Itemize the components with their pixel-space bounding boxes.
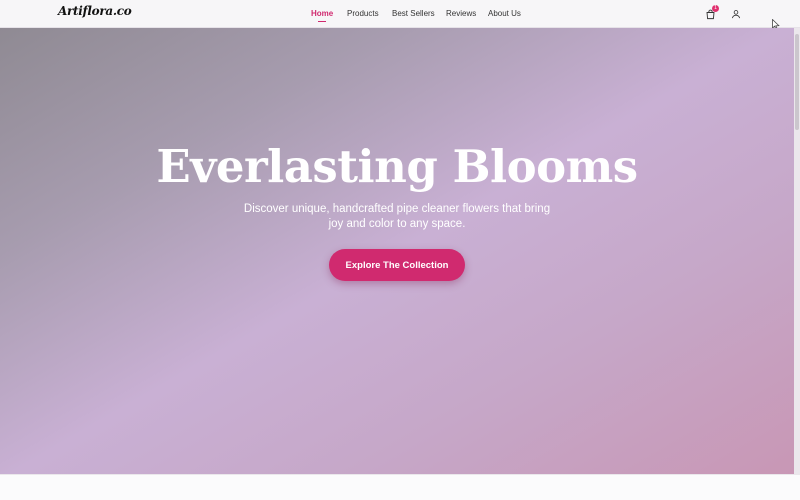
user-icon (732, 10, 740, 19)
nav-item-best-sellers[interactable]: Best Sellers (392, 9, 435, 18)
hero-title: Everlasting Blooms (156, 140, 638, 193)
nav-item-reviews[interactable]: Reviews (446, 9, 476, 18)
explore-collection-button[interactable]: Explore The Collection (329, 249, 465, 281)
nav-item-about-us[interactable]: About Us (488, 9, 521, 18)
hero-subtitle: Discover unique, handcrafted pipe cleane… (243, 203, 551, 230)
cart-count-badge: 1 (712, 5, 719, 12)
account-button[interactable] (730, 8, 742, 20)
top-navbar: Artiflora.co Home Products Best Sellers … (0, 0, 800, 30)
hero-banner: Everlasting Blooms Discover unique, hand… (0, 28, 794, 474)
next-section-edge (0, 474, 800, 500)
scrollbar-thumb[interactable] (795, 34, 799, 130)
nav-links: Home Products Best Sellers Reviews About… (0, 0, 800, 28)
nav-item-home[interactable]: Home (311, 9, 333, 18)
nav-item-products[interactable]: Products (347, 9, 379, 18)
active-nav-underline (318, 21, 326, 22)
